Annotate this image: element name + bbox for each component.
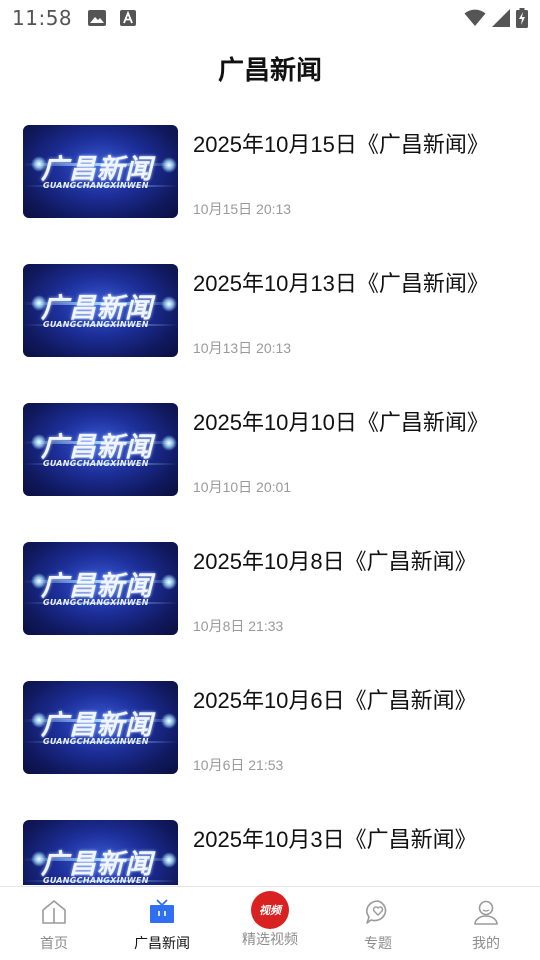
thumbnail-glow xyxy=(161,435,177,451)
news-thumbnail[interactable]: 广昌新闻 GUANGCHANGXINWEN xyxy=(23,125,178,218)
thumbnail-glow xyxy=(161,296,177,312)
thumbnail-glow xyxy=(161,157,177,173)
news-thumbnail[interactable]: 广昌新闻 GUANGCHANGXINWEN xyxy=(23,542,178,635)
wifi-icon xyxy=(464,9,486,27)
news-title[interactable]: 2025年10月10日《广昌新闻》 xyxy=(193,405,489,437)
status-bar: 11:58 xyxy=(0,0,540,36)
thumbnail-logo-subtext: GUANGCHANGXINWEN xyxy=(43,737,149,746)
thumbnail-logo-subtext: GUANGCHANGXINWEN xyxy=(43,459,149,468)
news-title[interactable]: 2025年10月3日《广昌新闻》 xyxy=(193,822,477,854)
news-time: 10月13日 20:13 xyxy=(193,340,292,356)
tv-icon xyxy=(147,897,177,927)
battery-charging-icon xyxy=(516,8,528,28)
thumbnail-glow xyxy=(161,713,177,729)
news-title[interactable]: 2025年10月8日《广昌新闻》 xyxy=(193,544,477,576)
news-time: 10月10日 20:01 xyxy=(193,479,292,495)
nav-label-home: 首页 xyxy=(40,936,68,952)
nav-item-guangchang-news[interactable]: 广昌新闻 xyxy=(108,887,216,960)
home-icon xyxy=(39,897,69,927)
thumbnail-logo-subtext: GUANGCHANGXINWEN xyxy=(43,181,149,190)
news-thumbnail[interactable]: 广昌新闻 GUANGCHANGXINWEN xyxy=(23,403,178,496)
news-list-item[interactable]: 广昌新闻 GUANGCHANGXINWEN 2025年10月10日《广昌新闻》 … xyxy=(0,393,540,532)
news-time: 10月15日 20:13 xyxy=(193,201,292,217)
image-notification-icon xyxy=(88,10,107,26)
thumbnail-glow xyxy=(161,852,177,868)
news-list[interactable]: 广昌新闻 GUANGCHANGXINWEN 2025年10月15日《广昌新闻》 … xyxy=(0,115,540,885)
nav-label-mine: 我的 xyxy=(472,936,500,952)
video-badge-icon: 视频 xyxy=(251,891,289,929)
signal-icon xyxy=(492,9,510,27)
thumbnail-logo-subtext: GUANGCHANGXINWEN xyxy=(43,876,149,885)
news-time: 10月6日 21:53 xyxy=(193,757,284,773)
news-title[interactable]: 2025年10月13日《广昌新闻》 xyxy=(193,266,489,298)
page-title: 广昌新闻 xyxy=(217,56,322,86)
news-time: 10月8日 21:33 xyxy=(193,618,284,634)
nav-item-mine[interactable]: 我的 xyxy=(432,887,540,960)
news-list-item[interactable]: 广昌新闻 GUANGCHANGXINWEN 2025年10月8日《广昌新闻》 1… xyxy=(0,532,540,671)
nav-label-guangchang-news: 广昌新闻 xyxy=(134,936,190,952)
status-notification-icons xyxy=(88,10,137,26)
nav-label-featured-video: 精选视频 xyxy=(242,932,298,948)
thumbnail-logo-subtext: GUANGCHANGXINWEN xyxy=(43,598,149,607)
news-list-item[interactable]: 广昌新闻 GUANGCHANGXINWEN 2025年10月6日《广昌新闻》 1… xyxy=(0,671,540,810)
news-title[interactable]: 2025年10月15日《广昌新闻》 xyxy=(193,127,489,159)
status-system-icons xyxy=(464,8,528,28)
app-screen: 11:58 广昌新闻 广昌新闻 GUANGCHANGXINWEN 2025年10… xyxy=(0,0,540,960)
nav-item-featured-video[interactable]: 视频 精选视频 xyxy=(216,887,324,960)
news-thumbnail[interactable]: 广昌新闻 GUANGCHANGXINWEN xyxy=(23,820,178,885)
nav-label-topics: 专题 xyxy=(364,936,392,952)
news-thumbnail[interactable]: 广昌新闻 GUANGCHANGXINWEN xyxy=(23,681,178,774)
news-list-item[interactable]: 广昌新闻 GUANGCHANGXINWEN 2025年10月13日《广昌新闻》 … xyxy=(0,254,540,393)
thumbnail-glow xyxy=(161,574,177,590)
nav-item-topics[interactable]: 专题 xyxy=(324,887,432,960)
news-list-item[interactable]: 广昌新闻 GUANGCHANGXINWEN 2025年10月15日《广昌新闻》 … xyxy=(0,115,540,254)
heart-chat-icon xyxy=(363,897,393,927)
news-list-item[interactable]: 广昌新闻 GUANGCHANGXINWEN 2025年10月3日《广昌新闻》 xyxy=(0,810,540,885)
bottom-nav: 首页 广昌新闻 视频 精选视频 专题 我的 xyxy=(0,886,540,960)
news-thumbnail[interactable]: 广昌新闻 GUANGCHANGXINWEN xyxy=(23,264,178,357)
text-notification-icon xyxy=(120,10,137,26)
status-time: 11:58 xyxy=(12,6,73,30)
news-title[interactable]: 2025年10月6日《广昌新闻》 xyxy=(193,683,477,715)
thumbnail-logo-subtext: GUANGCHANGXINWEN xyxy=(43,320,149,329)
user-icon xyxy=(471,897,501,927)
nav-item-home[interactable]: 首页 xyxy=(0,887,108,960)
